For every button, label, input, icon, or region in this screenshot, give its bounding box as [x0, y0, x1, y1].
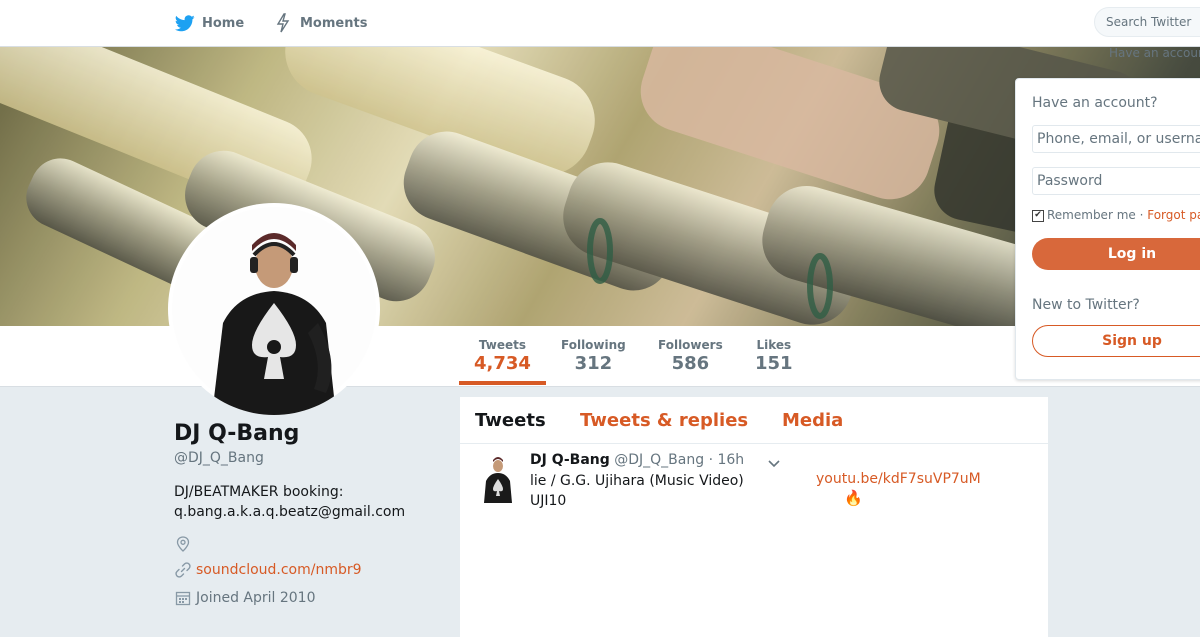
stat-followers-label: Followers	[658, 338, 723, 352]
new-to-twitter-label: New to Twitter?	[1032, 297, 1140, 313]
stat-following[interactable]: Following 312	[561, 338, 626, 374]
signup-button[interactable]: Sign up	[1032, 325, 1200, 357]
chevron-down-icon[interactable]	[766, 455, 782, 471]
tweet-text: lie / G.G. Ujihara (Music Video) UJI10	[530, 471, 760, 511]
login-button[interactable]: Log in	[1032, 238, 1200, 270]
profile-joined: Joined April 2010	[174, 589, 316, 607]
nav-moments-label: Moments	[300, 15, 368, 31]
username-field[interactable]: Phone, email, or username	[1032, 125, 1200, 153]
search-input[interactable]: Search Twitter	[1094, 7, 1200, 37]
tab-media[interactable]: Media	[782, 410, 843, 431]
profile-bio: DJ/BEATMAKER booking: q.bang.a.k.a.q.bea…	[174, 482, 434, 522]
tweets-timeline: Tweets Tweets & replies Media DJ Q-Bang …	[460, 397, 1048, 637]
tweet-avatar[interactable]	[480, 455, 516, 503]
nav-moments[interactable]: Moments	[272, 12, 367, 34]
tab-tweets[interactable]: Tweets	[475, 410, 546, 431]
separator-dot: ·	[1135, 208, 1148, 222]
stat-likes[interactable]: Likes 151	[755, 338, 793, 374]
profile-avatar[interactable]	[168, 203, 380, 415]
twitter-bird-icon	[174, 12, 196, 34]
password-field[interactable]: Password	[1032, 167, 1200, 195]
tweet-text-line-2: UJI10	[530, 493, 567, 509]
bio-line-2: q.bang.a.k.a.q.beatz@gmail.com	[174, 504, 406, 520]
tweet-header: DJ Q-Bang @DJ_Q_Bang · 16h	[530, 452, 744, 468]
stat-followers[interactable]: Followers 586	[658, 338, 723, 374]
profile-handle: @DJ_Q_Bang	[174, 450, 264, 466]
calendar-icon	[174, 589, 192, 607]
stat-tweets-label: Tweets	[478, 338, 527, 352]
tweet-timestamp[interactable]: · 16h	[709, 452, 745, 468]
stat-followers-value: 586	[671, 353, 710, 374]
nav-home-label: Home	[202, 15, 245, 31]
location-icon	[174, 535, 192, 553]
lightning-icon	[272, 12, 294, 34]
stat-likes-label: Likes	[756, 338, 792, 352]
top-navigation-bar: Home Moments Search Twitter	[0, 0, 1200, 47]
login-dropdown: Have an account? Phone, email, or userna…	[1015, 78, 1200, 380]
bio-line-1: DJ/BEATMAKER booking:	[174, 484, 344, 500]
profile-name: DJ Q-Bang	[174, 421, 300, 446]
stat-following-value: 312	[574, 353, 613, 374]
remember-checkbox[interactable]: ✔	[1032, 210, 1044, 222]
tweet-link[interactable]: youtu.be/kdF7suVP7uM	[816, 471, 981, 487]
remember-row: ✔ Remember me · Forgot password?	[1032, 208, 1200, 222]
fire-emoji: 🔥	[844, 489, 863, 507]
tweet-author-handle[interactable]: @DJ_Q_Bang	[614, 452, 704, 468]
link-icon	[174, 561, 192, 579]
remember-label: Remember me	[1047, 208, 1136, 222]
stat-tweets-value: 4,734	[474, 353, 531, 374]
stat-following-label: Following	[561, 338, 626, 352]
tab-tweets-replies[interactable]: Tweets & replies	[580, 410, 748, 431]
forgot-password-link[interactable]: Forgot password?	[1147, 208, 1200, 222]
login-title: Have an account?	[1032, 95, 1158, 111]
stat-likes-value: 151	[755, 353, 793, 374]
timeline-tabs: Tweets Tweets & replies Media	[460, 397, 1048, 444]
tweet-author-name[interactable]: DJ Q-Bang	[530, 452, 610, 468]
profile-website: soundcloud.com/nmbr9	[174, 561, 362, 579]
joined-text: Joined April 2010	[196, 590, 316, 606]
website-link[interactable]: soundcloud.com/nmbr9	[196, 562, 362, 578]
active-stat-indicator	[459, 381, 546, 385]
have-account-link[interactable]: Have an account?	[1109, 46, 1200, 60]
nav-home[interactable]: Home	[174, 12, 244, 34]
profile-location	[174, 535, 196, 553]
stat-tweets[interactable]: Tweets 4,734	[474, 338, 531, 374]
tweet-text-line-1: lie / G.G. Ujihara (Music Video)	[530, 473, 744, 489]
